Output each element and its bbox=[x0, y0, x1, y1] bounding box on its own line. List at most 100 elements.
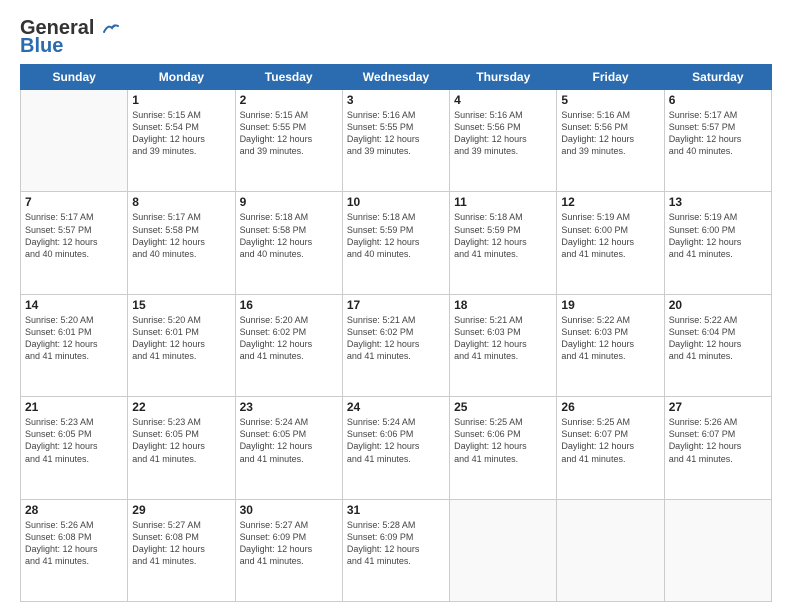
calendar-cell: 1Sunrise: 5:15 AM Sunset: 5:54 PM Daylig… bbox=[128, 90, 235, 192]
calendar-cell: 20 Sunrise: 5:22 AM Sunset: 6:04 PM Dayli… bbox=[664, 294, 771, 396]
calendar-cell: 27 Sunrise: 5:26 AM Sunset: 6:07 PM Dayli… bbox=[664, 397, 771, 499]
day-number: 4 bbox=[454, 93, 552, 107]
day-number: 12 bbox=[561, 195, 659, 209]
day-header-wednesday: Wednesday bbox=[342, 65, 449, 90]
day-info: Sunrise: 5:16 AM Sunset: 5:55 PM Dayligh… bbox=[347, 109, 445, 158]
calendar-cell: 30Sunrise: 5:27 AM Sunset: 6:09 PM Dayli… bbox=[235, 499, 342, 601]
calendar-cell: 10 Sunrise: 5:18 AM Sunset: 5:59 PM Dayli… bbox=[342, 192, 449, 294]
day-number: 10 bbox=[347, 195, 445, 209]
day-info: Sunrise: 5:19 AM Sunset: 6:00 PM Dayligh… bbox=[561, 211, 659, 260]
day-header-tuesday: Tuesday bbox=[235, 65, 342, 90]
calendar-cell: 6 Sunrise: 5:17 AM Sunset: 5:57 PM Daylig… bbox=[664, 90, 771, 192]
calendar-week-row: 14 Sunrise: 5:20 AM Sunset: 6:01 PM Dayli… bbox=[21, 294, 772, 396]
day-number: 6 bbox=[669, 93, 767, 107]
day-info: Sunrise: 5:18 AM Sunset: 5:59 PM Dayligh… bbox=[347, 211, 445, 260]
day-info: Sunrise: 5:20 AM Sunset: 6:02 PM Dayligh… bbox=[240, 314, 338, 363]
day-number: 14 bbox=[25, 298, 123, 312]
day-number: 22 bbox=[132, 400, 230, 414]
day-info: Sunrise: 5:15 AM Sunset: 5:54 PM Dayligh… bbox=[132, 109, 230, 158]
day-info: Sunrise: 5:15 AM Sunset: 5:55 PM Dayligh… bbox=[240, 109, 338, 158]
calendar-cell: 3 Sunrise: 5:16 AM Sunset: 5:55 PM Daylig… bbox=[342, 90, 449, 192]
calendar-header-row: SundayMondayTuesdayWednesdayThursdayFrid… bbox=[21, 65, 772, 90]
day-info: Sunrise: 5:27 AM Sunset: 6:08 PM Dayligh… bbox=[132, 519, 230, 568]
page: General Blue SundayMondayTuesdayWednesda… bbox=[0, 0, 792, 612]
day-number: 20 bbox=[669, 298, 767, 312]
day-number: 7 bbox=[25, 195, 123, 209]
day-number: 11 bbox=[454, 195, 552, 209]
day-info: Sunrise: 5:22 AM Sunset: 6:03 PM Dayligh… bbox=[561, 314, 659, 363]
calendar-cell: 23 Sunrise: 5:24 AM Sunset: 6:05 PM Dayli… bbox=[235, 397, 342, 499]
calendar-cell: 11 Sunrise: 5:18 AM Sunset: 5:59 PM Dayli… bbox=[450, 192, 557, 294]
logo-bird-icon bbox=[102, 22, 120, 36]
day-header-saturday: Saturday bbox=[664, 65, 771, 90]
day-info: Sunrise: 5:26 AM Sunset: 6:08 PM Dayligh… bbox=[25, 519, 123, 568]
day-info: Sunrise: 5:22 AM Sunset: 6:04 PM Dayligh… bbox=[669, 314, 767, 363]
day-info: Sunrise: 5:28 AM Sunset: 6:09 PM Dayligh… bbox=[347, 519, 445, 568]
day-info: Sunrise: 5:23 AM Sunset: 6:05 PM Dayligh… bbox=[132, 416, 230, 465]
calendar-cell bbox=[450, 499, 557, 601]
day-info: Sunrise: 5:25 AM Sunset: 6:06 PM Dayligh… bbox=[454, 416, 552, 465]
calendar-cell: 29 Sunrise: 5:27 AM Sunset: 6:08 PM Dayli… bbox=[128, 499, 235, 601]
day-number: 15 bbox=[132, 298, 230, 312]
day-info: Sunrise: 5:20 AM Sunset: 6:01 PM Dayligh… bbox=[25, 314, 123, 363]
calendar-week-row: 28 Sunrise: 5:26 AM Sunset: 6:08 PM Dayli… bbox=[21, 499, 772, 601]
logo-blue-text: Blue bbox=[20, 36, 63, 56]
day-info: Sunrise: 5:18 AM Sunset: 5:58 PM Dayligh… bbox=[240, 211, 338, 260]
header: General Blue bbox=[20, 18, 772, 56]
calendar-cell bbox=[664, 499, 771, 601]
calendar-cell: 24Sunrise: 5:24 AM Sunset: 6:06 PM Dayli… bbox=[342, 397, 449, 499]
day-number: 2 bbox=[240, 93, 338, 107]
calendar-cell: 25Sunrise: 5:25 AM Sunset: 6:06 PM Dayli… bbox=[450, 397, 557, 499]
day-number: 23 bbox=[240, 400, 338, 414]
day-info: Sunrise: 5:16 AM Sunset: 5:56 PM Dayligh… bbox=[454, 109, 552, 158]
day-number: 31 bbox=[347, 503, 445, 517]
calendar-cell: 8 Sunrise: 5:17 AM Sunset: 5:58 PM Daylig… bbox=[128, 192, 235, 294]
logo: General Blue bbox=[20, 18, 120, 56]
calendar-week-row: 21Sunrise: 5:23 AM Sunset: 6:05 PM Dayli… bbox=[21, 397, 772, 499]
calendar-cell: 9 Sunrise: 5:18 AM Sunset: 5:58 PM Daylig… bbox=[235, 192, 342, 294]
day-number: 28 bbox=[25, 503, 123, 517]
calendar-cell: 2 Sunrise: 5:15 AM Sunset: 5:55 PM Daylig… bbox=[235, 90, 342, 192]
day-number: 16 bbox=[240, 298, 338, 312]
day-info: Sunrise: 5:25 AM Sunset: 6:07 PM Dayligh… bbox=[561, 416, 659, 465]
day-number: 5 bbox=[561, 93, 659, 107]
day-info: Sunrise: 5:21 AM Sunset: 6:03 PM Dayligh… bbox=[454, 314, 552, 363]
calendar-cell: 31 Sunrise: 5:28 AM Sunset: 6:09 PM Dayli… bbox=[342, 499, 449, 601]
day-header-thursday: Thursday bbox=[450, 65, 557, 90]
day-info: Sunrise: 5:17 AM Sunset: 5:57 PM Dayligh… bbox=[669, 109, 767, 158]
day-number: 3 bbox=[347, 93, 445, 107]
calendar-cell: 26 Sunrise: 5:25 AM Sunset: 6:07 PM Dayli… bbox=[557, 397, 664, 499]
day-number: 27 bbox=[669, 400, 767, 414]
calendar-week-row: 1Sunrise: 5:15 AM Sunset: 5:54 PM Daylig… bbox=[21, 90, 772, 192]
calendar-cell: 22 Sunrise: 5:23 AM Sunset: 6:05 PM Dayli… bbox=[128, 397, 235, 499]
day-info: Sunrise: 5:19 AM Sunset: 6:00 PM Dayligh… bbox=[669, 211, 767, 260]
calendar-cell: 12 Sunrise: 5:19 AM Sunset: 6:00 PM Dayli… bbox=[557, 192, 664, 294]
calendar-cell bbox=[21, 90, 128, 192]
day-info: Sunrise: 5:17 AM Sunset: 5:58 PM Dayligh… bbox=[132, 211, 230, 260]
day-number: 26 bbox=[561, 400, 659, 414]
calendar-cell: 17 Sunrise: 5:21 AM Sunset: 6:02 PM Dayli… bbox=[342, 294, 449, 396]
day-number: 29 bbox=[132, 503, 230, 517]
day-info: Sunrise: 5:27 AM Sunset: 6:09 PM Dayligh… bbox=[240, 519, 338, 568]
calendar-cell: 14 Sunrise: 5:20 AM Sunset: 6:01 PM Dayli… bbox=[21, 294, 128, 396]
day-info: Sunrise: 5:18 AM Sunset: 5:59 PM Dayligh… bbox=[454, 211, 552, 260]
calendar-cell: 28 Sunrise: 5:26 AM Sunset: 6:08 PM Dayli… bbox=[21, 499, 128, 601]
day-number: 8 bbox=[132, 195, 230, 209]
day-number: 19 bbox=[561, 298, 659, 312]
day-number: 9 bbox=[240, 195, 338, 209]
day-header-friday: Friday bbox=[557, 65, 664, 90]
day-number: 24 bbox=[347, 400, 445, 414]
day-info: Sunrise: 5:21 AM Sunset: 6:02 PM Dayligh… bbox=[347, 314, 445, 363]
day-header-monday: Monday bbox=[128, 65, 235, 90]
day-info: Sunrise: 5:20 AM Sunset: 6:01 PM Dayligh… bbox=[132, 314, 230, 363]
calendar-week-row: 7Sunrise: 5:17 AM Sunset: 5:57 PM Daylig… bbox=[21, 192, 772, 294]
calendar-cell: 16 Sunrise: 5:20 AM Sunset: 6:02 PM Dayli… bbox=[235, 294, 342, 396]
day-number: 17 bbox=[347, 298, 445, 312]
calendar-cell: 5Sunrise: 5:16 AM Sunset: 5:56 PM Daylig… bbox=[557, 90, 664, 192]
day-info: Sunrise: 5:26 AM Sunset: 6:07 PM Dayligh… bbox=[669, 416, 767, 465]
day-info: Sunrise: 5:24 AM Sunset: 6:05 PM Dayligh… bbox=[240, 416, 338, 465]
calendar-cell: 7Sunrise: 5:17 AM Sunset: 5:57 PM Daylig… bbox=[21, 192, 128, 294]
day-number: 18 bbox=[454, 298, 552, 312]
day-number: 13 bbox=[669, 195, 767, 209]
calendar-cell: 15 Sunrise: 5:20 AM Sunset: 6:01 PM Dayli… bbox=[128, 294, 235, 396]
